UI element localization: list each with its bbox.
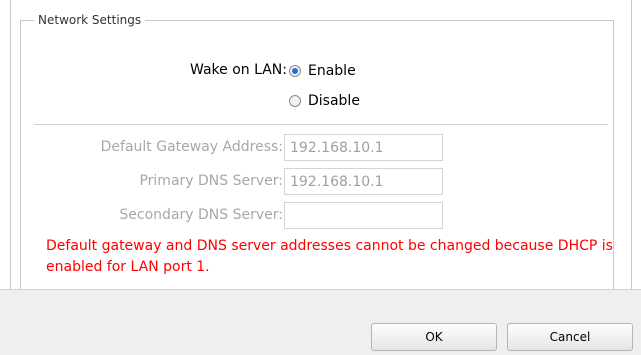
secondary-dns-input[interactable] bbox=[284, 202, 443, 229]
enable-label: Enable bbox=[308, 63, 356, 79]
wake-on-lan-label: Wake on LAN: bbox=[190, 62, 287, 78]
section-divider bbox=[34, 124, 608, 125]
dhcp-warning-message: Default gateway and DNS server addresses… bbox=[46, 238, 613, 275]
secondary-dns-label: Secondary DNS Server: bbox=[119, 207, 283, 223]
radio-selected-icon[interactable] bbox=[289, 65, 301, 77]
primary-dns-input[interactable] bbox=[284, 168, 443, 195]
default-gateway-label: Default Gateway Address: bbox=[100, 139, 283, 155]
ok-button[interactable]: OK bbox=[371, 323, 497, 351]
radio-unselected-icon[interactable] bbox=[289, 95, 301, 107]
primary-dns-label: Primary DNS Server: bbox=[139, 173, 283, 189]
wake-on-lan-disable-option[interactable]: Disable bbox=[289, 93, 360, 109]
network-settings-legend: Network Settings bbox=[34, 13, 146, 27]
default-gateway-input[interactable] bbox=[284, 134, 443, 161]
wake-on-lan-enable-option[interactable]: Enable bbox=[289, 63, 356, 79]
cancel-button[interactable]: Cancel bbox=[507, 323, 633, 351]
disable-label: Disable bbox=[308, 93, 360, 109]
